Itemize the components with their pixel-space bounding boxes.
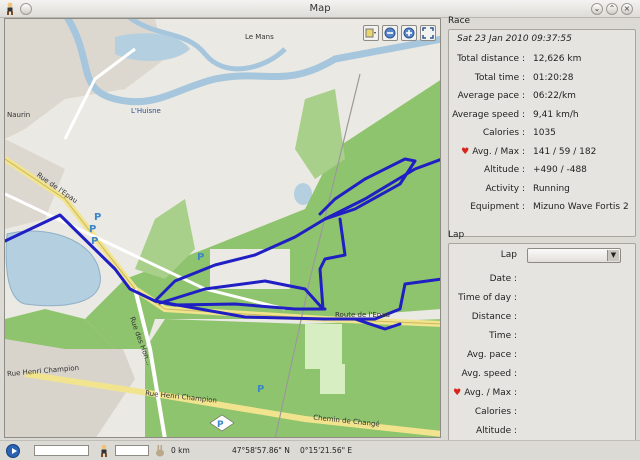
- race-value: Running: [533, 183, 570, 194]
- minimize-button[interactable]: ⌄: [591, 3, 603, 15]
- race-row-time: Total time : 01:20:28: [449, 73, 635, 92]
- lap-select-row: Lap ▼: [449, 248, 635, 274]
- race-panel: Race Sat 23 Jan 2010 09:37:55 Total dist…: [448, 16, 636, 237]
- race-label-heart: ♥ Avg. / Max :: [461, 147, 525, 157]
- runner-icon: [101, 444, 107, 457]
- zoom-in-icon[interactable]: [401, 25, 417, 41]
- status-distance: 0 km: [171, 446, 190, 455]
- race-row-distance: Total distance : 12,626 km: [449, 54, 635, 73]
- race-title: Race: [448, 16, 471, 26]
- svg-text:P: P: [89, 224, 96, 235]
- lap-label: Time of day :: [458, 293, 517, 303]
- map-toolbar: [363, 25, 436, 41]
- map-label-city: Le Mans: [245, 33, 274, 41]
- race-value: Mizuno Wave Fortis 2: [533, 202, 629, 212]
- lap-row-distance: Distance :: [449, 312, 635, 331]
- map-label-place: Naurin: [7, 111, 31, 119]
- race-label: Calories :: [482, 128, 525, 138]
- chevron-down-icon[interactable]: ▼: [607, 250, 619, 261]
- race-row-speed: Average speed : 9,41 km/h: [449, 110, 635, 129]
- lap-label: Distance :: [471, 312, 517, 322]
- svg-text:P: P: [197, 252, 204, 263]
- race-label: Activity :: [485, 183, 525, 194]
- race-value: 1035: [533, 128, 556, 138]
- race-date: Sat 23 Jan 2010 09:37:55: [457, 34, 572, 44]
- playback-progress[interactable]: [34, 445, 89, 456]
- lap-row-pace: Avg. pace :: [449, 350, 635, 369]
- lap-row-date: Date :: [449, 274, 635, 293]
- play-icon[interactable]: [6, 444, 20, 458]
- lap-panel: Lap Lap ▼ Date : Time of day : Distance …: [448, 230, 636, 443]
- heart-icon: ♥: [453, 388, 462, 398]
- lap-select-label: Lap: [500, 250, 517, 260]
- maximize-button[interactable]: ⌃: [606, 3, 618, 15]
- race-row-heart-rate: ♥ Avg. / Max : 141 / 59 / 182: [449, 147, 635, 166]
- lap-row-calories: Calories :: [449, 407, 635, 426]
- lap-title: Lap: [448, 230, 465, 240]
- race-box: Sat 23 Jan 2010 09:37:55 Total distance …: [448, 29, 636, 237]
- status-bar: 0 km 47°58'57.86" N 0°15'21.56" E: [0, 440, 640, 460]
- lap-label: Altitude :: [475, 426, 517, 436]
- race-value: 141 / 59 / 182: [533, 146, 597, 157]
- race-row-equipment: Equipment : Mizuno Wave Fortis 2: [449, 202, 635, 221]
- status-latitude: 47°58'57.86" N: [232, 446, 290, 455]
- svg-text:P: P: [94, 212, 101, 223]
- close-button[interactable]: ×: [621, 3, 633, 15]
- lap-label: Avg. / Max :: [464, 388, 517, 398]
- race-row-pace: Average pace : 06:22/km: [449, 91, 635, 110]
- map-view[interactable]: P P P P P P Le Mans L'Huisne Naurin Rue …: [4, 18, 441, 438]
- rabbit-icon: [156, 445, 164, 457]
- lap-select[interactable]: ▼: [527, 248, 621, 263]
- lap-box: Lap ▼ Date : Time of day : Distance : Ti…: [448, 243, 636, 443]
- race-label: Equipment :: [470, 202, 525, 212]
- race-value: 01:20:28: [533, 72, 574, 83]
- lap-row-speed: Avg. speed :: [449, 369, 635, 388]
- svg-text:P: P: [217, 420, 224, 430]
- lap-row-heart-rate: ♥ Avg. / Max :: [449, 388, 635, 407]
- heart-icon: ♥: [461, 146, 470, 157]
- race-label: Average speed :: [452, 109, 525, 120]
- race-label: Total time :: [474, 72, 525, 83]
- race-value: +490 / -488: [533, 165, 587, 175]
- race-value: 06:22/km: [533, 91, 576, 101]
- lap-label-heart: ♥ Avg. / Max :: [453, 388, 517, 398]
- race-label: Total distance :: [457, 54, 525, 64]
- race-label: Altitude :: [483, 165, 525, 175]
- race-row-altitude: Altitude : +490 / -488: [449, 165, 635, 184]
- lap-row-time: Time :: [449, 331, 635, 350]
- svg-text:P: P: [257, 384, 264, 395]
- lap-label: Date :: [489, 274, 517, 284]
- race-label: Average pace :: [457, 91, 525, 101]
- lap-label: Calories :: [474, 407, 517, 417]
- race-row-calories: Calories : 1035: [449, 128, 635, 147]
- zoom-out-icon[interactable]: [382, 25, 398, 41]
- map-label-street-2: Route de l'Epau: [335, 311, 390, 319]
- race-value: 12,626 km: [533, 54, 582, 64]
- map-label-river: L'Huisne: [131, 107, 161, 115]
- svg-text:P: P: [91, 236, 98, 247]
- lap-label: Avg. pace :: [467, 350, 517, 360]
- window-title: Map: [309, 3, 331, 14]
- map-canvas[interactable]: P P P P P P: [5, 19, 441, 438]
- speed-progress[interactable]: [115, 445, 149, 456]
- lap-label: Time :: [489, 331, 517, 341]
- lap-label: Avg. speed :: [461, 369, 517, 379]
- lap-row-time-of-day: Time of day :: [449, 293, 635, 312]
- fit-icon[interactable]: [420, 25, 436, 41]
- status-longitude: 0°15'21.56" E: [300, 446, 353, 455]
- race-label: Avg. / Max :: [472, 146, 525, 157]
- race-value: 9,41 km/h: [533, 109, 579, 120]
- layers-icon[interactable]: [363, 25, 379, 41]
- race-row-activity: Activity : Running: [449, 184, 635, 203]
